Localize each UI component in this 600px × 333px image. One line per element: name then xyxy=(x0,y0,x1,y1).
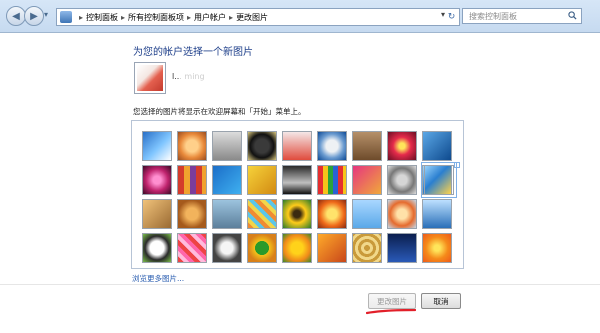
picture-tile-selected[interactable] xyxy=(421,162,457,198)
divider xyxy=(0,284,600,285)
picture-tile[interactable] xyxy=(387,165,417,195)
breadcrumb-change-picture[interactable]: 更改图片 xyxy=(236,12,268,23)
change-picture-button[interactable]: 更改图片 xyxy=(368,293,416,309)
chevron-right-icon: ▸ xyxy=(121,12,126,22)
picture-tile[interactable] xyxy=(422,131,452,161)
picture-tile[interactable] xyxy=(422,199,452,229)
address-bar[interactable]: ▸ 控制面板 ▸ 所有控制面板项 ▸ 用户帐户 ▸ 更改图片 ▾ ↻ xyxy=(56,8,460,26)
picture-tile[interactable] xyxy=(142,131,172,161)
picture-tile[interactable] xyxy=(282,131,312,161)
red-underline-annotation xyxy=(366,309,416,315)
picture-tile[interactable] xyxy=(247,233,277,263)
picture-tile[interactable] xyxy=(212,165,242,195)
picture-tile[interactable] xyxy=(142,165,172,195)
refresh-icon[interactable]: ↻ xyxy=(446,11,457,22)
picture-tile[interactable] xyxy=(212,199,242,229)
search-icon[interactable] xyxy=(568,11,577,20)
chevron-right-icon: ▸ xyxy=(79,12,84,22)
picture-tile[interactable] xyxy=(247,199,277,229)
picture-grid xyxy=(131,120,464,269)
page-title: 为您的帐户选择一个新图片 xyxy=(133,47,253,58)
picture-tile[interactable] xyxy=(282,165,312,195)
picture-tile[interactable] xyxy=(282,199,312,229)
picture-tile[interactable] xyxy=(352,131,382,161)
picture-tile[interactable] xyxy=(142,233,172,263)
picture-tile[interactable] xyxy=(177,233,207,263)
chevron-right-icon: ▸ xyxy=(187,12,192,22)
picture-tile[interactable] xyxy=(177,131,207,161)
picture-tile[interactable] xyxy=(352,165,382,195)
browse-more-pictures-link[interactable]: 浏览更多图片... xyxy=(132,273,184,284)
current-avatar xyxy=(134,62,166,94)
picture-tile[interactable] xyxy=(247,131,277,161)
control-panel-icon xyxy=(60,11,72,23)
search-placeholder: 搜索控制面板 xyxy=(469,11,517,21)
picture-tile[interactable] xyxy=(387,199,417,229)
picture-tile[interactable] xyxy=(317,131,347,161)
forward-button[interactable]: ▶ xyxy=(24,6,44,26)
recent-pages-icon[interactable]: ▾ xyxy=(44,10,52,20)
picture-tile[interactable] xyxy=(177,199,207,229)
origami-crane-image xyxy=(137,65,163,91)
search-input[interactable]: 搜索控制面板 xyxy=(462,8,582,24)
picture-tile[interactable] xyxy=(247,165,277,195)
picture-tile[interactable] xyxy=(177,165,207,195)
picture-tile[interactable] xyxy=(317,233,347,263)
chevron-right-icon: ▸ xyxy=(229,12,234,22)
window-toolbar: ◀ ▶ ▾ ▸ 控制面板 ▸ 所有控制面板项 ▸ 用户帐户 ▸ 更改图片 ▾ ↻… xyxy=(0,0,600,33)
blur-mask xyxy=(180,70,220,84)
chevron-down-icon[interactable]: ▾ xyxy=(441,10,445,19)
picture-tile[interactable] xyxy=(282,233,312,263)
picture-tile[interactable] xyxy=(352,199,382,229)
breadcrumb-control-panel[interactable]: 控制面板 xyxy=(86,12,118,23)
picture-tile[interactable] xyxy=(317,165,347,195)
picture-tile[interactable] xyxy=(212,131,242,161)
picture-tile[interactable] xyxy=(317,199,347,229)
picture-tile[interactable] xyxy=(142,199,172,229)
breadcrumb-user-accounts[interactable]: 用户帐户 xyxy=(194,12,226,23)
picture-tile[interactable] xyxy=(387,131,417,161)
breadcrumb-all-items[interactable]: 所有控制面板项 xyxy=(128,12,184,23)
hint-text: 您选择的图片将显示在欢迎屏幕和「开始」菜单上。 xyxy=(133,107,306,116)
cancel-button[interactable]: 取消 xyxy=(421,293,461,309)
picture-tile[interactable] xyxy=(352,233,382,263)
back-button[interactable]: ◀ xyxy=(6,6,26,26)
picture-tile[interactable] xyxy=(212,233,242,263)
picture-tile[interactable] xyxy=(387,233,417,263)
picture-tile[interactable] xyxy=(422,233,452,263)
